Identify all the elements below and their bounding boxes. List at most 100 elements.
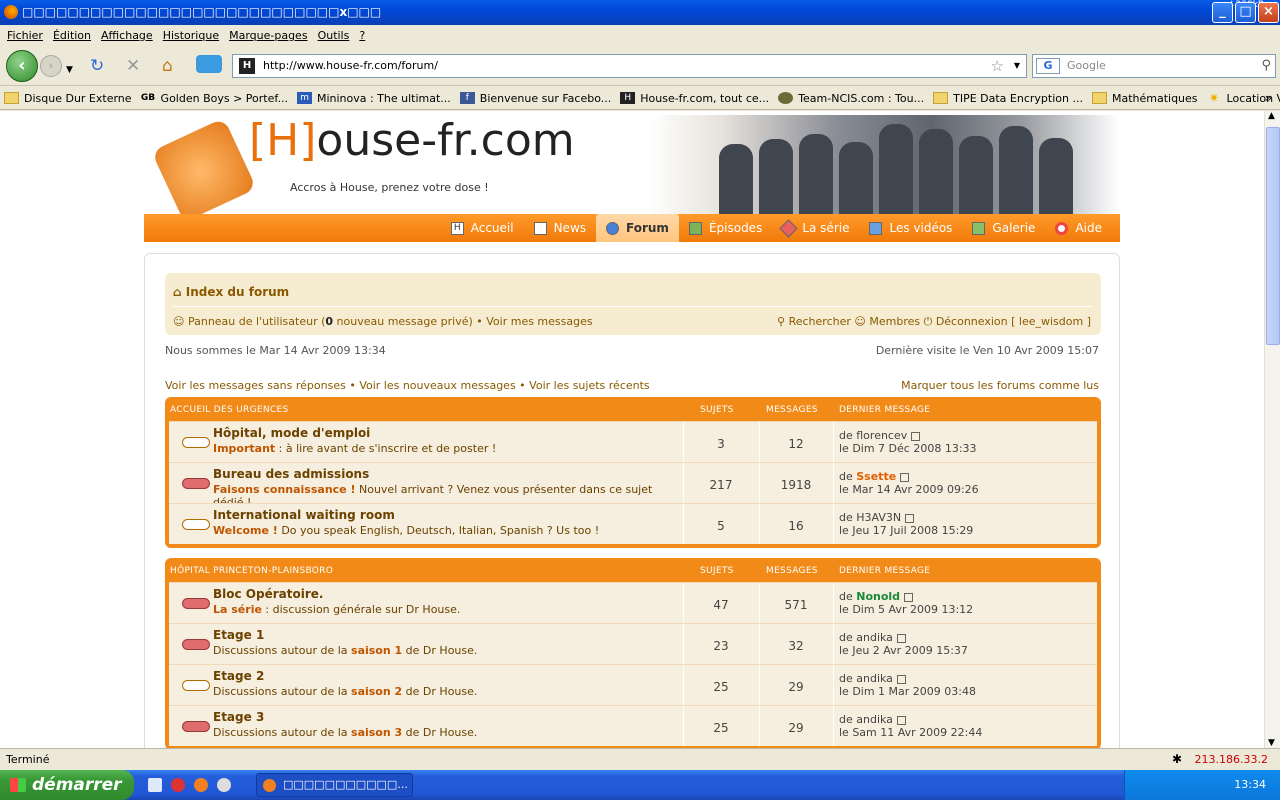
maximize-button[interactable]: □ [1235, 2, 1256, 23]
view-latest-post-icon[interactable] [900, 472, 910, 482]
menu-historique[interactable]: Historique [158, 25, 224, 46]
scroll-down-icon[interactable]: ▼ [1268, 738, 1275, 748]
nav-galerie[interactable]: Galerie [962, 214, 1045, 242]
last-post-author: de H3AV3N [839, 511, 915, 524]
window-title: □□□□□□□□□□□□□□□□□□□□□□□□□□□□x□□□ [22, 5, 382, 19]
menu-outils[interactable]: Outils [313, 25, 355, 46]
sidebar-toggle-icon[interactable] [196, 55, 222, 73]
bookmark-item[interactable]: Mathématiques [1091, 92, 1198, 105]
col-topics: SUJETS [700, 405, 734, 415]
site-logo[interactable]: [H]ouse-fr.com [249, 115, 575, 166]
nav-news[interactable]: News [524, 214, 596, 242]
view-latest-post-icon[interactable] [911, 431, 921, 441]
start-button[interactable]: démarrer [0, 770, 134, 800]
firefox-quicklaunch-icon[interactable] [194, 778, 208, 792]
url-dropdown-icon[interactable]: ▼ [1014, 55, 1020, 77]
nav-episodes[interactable]: Épisodes [679, 214, 772, 242]
category-header: HÔPITAL PRINCETON-PLAINSBORO SUJETS MESSAG… [169, 558, 1097, 582]
history-dropdown-icon[interactable]: ▼ [66, 60, 73, 80]
forum-title[interactable]: International waiting room [213, 508, 395, 522]
close-button[interactable]: × [1258, 2, 1279, 23]
nav-aide[interactable]: Aide [1045, 214, 1112, 242]
last-post-author: de andika [839, 631, 906, 644]
author-link[interactable]: andika [856, 631, 893, 644]
user-panel-link[interactable]: ☺ Panneau de l'utilisateur (0 nouveau me… [173, 315, 473, 328]
forum-unread-icon [182, 639, 210, 650]
bookmark-item[interactable]: m Mininova : The ultimat... [296, 92, 451, 105]
category-title[interactable]: ACCUEIL DES URGENCES [170, 405, 288, 415]
view-latest-post-icon[interactable] [904, 592, 914, 602]
search-icon[interactable]: ⚲ [1261, 55, 1271, 77]
forward-button[interactable]: › [40, 55, 62, 77]
bookmark-item[interactable]: Disque Dur Externe [4, 92, 132, 105]
scroll-up-icon[interactable]: ▲ [1268, 111, 1275, 121]
google-icon[interactable]: G [1036, 58, 1060, 74]
author-link[interactable]: andika [856, 713, 893, 726]
author-link[interactable]: florencev [856, 429, 907, 442]
nav-accueil[interactable]: H Accueil [441, 214, 524, 242]
url-bar[interactable]: H http://www.house-fr.com/forum/ ☆ ▼ [232, 54, 1027, 78]
folder-icon [1091, 92, 1107, 104]
forum-description: Discussions autour de la saison 3 de Dr … [213, 726, 478, 739]
bookmark-item[interactable]: f Bienvenue sur Facebo... [459, 92, 611, 105]
author-link[interactable]: andika [856, 672, 893, 685]
menu-marque-pages[interactable]: Marque-pages [224, 25, 312, 46]
nav-videos[interactable]: Les vidéos [859, 214, 962, 242]
news-icon [533, 221, 547, 235]
forum-unread-icon [182, 598, 210, 609]
menu-edition[interactable]: Édition [48, 25, 96, 46]
vertical-scrollbar[interactable]: ▲ ▼ [1264, 111, 1280, 748]
view-latest-post-icon[interactable] [896, 715, 906, 725]
forum-title[interactable]: Bloc Opératoire. [213, 587, 323, 601]
bookmarks-overflow-icon[interactable]: » [1265, 91, 1272, 105]
firebug-icon[interactable]: ✱ [1172, 752, 1182, 766]
bookmark-item[interactable]: H House-fr.com, tout ce... [620, 92, 769, 105]
bookmark-item[interactable]: GB Golden Boys > Portef... [141, 92, 288, 105]
folder-icon [4, 92, 19, 104]
view-latest-post-icon[interactable] [905, 513, 915, 523]
nav-la-serie[interactable]: La série [772, 214, 859, 242]
bookmark-item[interactable]: TIPE Data Encryption ... [933, 92, 1083, 105]
recent-topics-link[interactable]: Voir les sujets récents [529, 379, 649, 392]
author-link[interactable]: Nonold [856, 590, 900, 603]
unanswered-link[interactable]: Voir les messages sans réponses [165, 379, 346, 392]
forum-title[interactable]: Etage 1 [213, 628, 264, 642]
minimize-button[interactable]: _ [1212, 2, 1233, 23]
forum-title[interactable]: Hôpital, mode d'emploi [213, 426, 370, 440]
forum-row: Bureau des admissions Faisons connaissanc… [169, 462, 1097, 509]
view-latest-post-icon[interactable] [896, 633, 906, 643]
quicklaunch-icon[interactable] [148, 778, 162, 792]
logout-link[interactable]: ⏻ Déconnexion [ lee_wisdom ] [924, 315, 1091, 328]
forum-category: ACCUEIL DES URGENCES SUJETS MESSAGES DERNIE… [165, 397, 1101, 548]
author-link[interactable]: Ssette [856, 470, 896, 483]
stop-icon[interactable]: ✕ [126, 56, 140, 76]
menu-affichage[interactable]: Affichage [96, 25, 158, 46]
nav-forum[interactable]: Forum [596, 214, 679, 242]
view-latest-post-icon[interactable] [896, 674, 906, 684]
forum-row: Etage 1 Discussions autour de la saison 1… [169, 623, 1097, 664]
mark-read-link[interactable]: Marquer tous les forums comme lus [901, 379, 1099, 392]
navigation-toolbar: ‹ › ▼ ↻ ✕ ⌂ H http://www.house-fr.com/fo… [0, 46, 1280, 86]
bookmark-star-icon[interactable]: ☆ [991, 55, 1004, 77]
forum-title[interactable]: Etage 2 [213, 669, 264, 683]
menu-fichier[interactable]: Fichier [2, 25, 48, 46]
media-icon[interactable] [217, 778, 231, 792]
bookmark-item[interactable]: Team-NCIS.com : Tou... [778, 92, 924, 105]
home-icon[interactable]: ⌂ [162, 56, 173, 76]
back-button[interactable]: ‹ [6, 50, 38, 82]
forum-title[interactable]: Etage 3 [213, 710, 264, 724]
scroll-thumb[interactable] [1266, 127, 1280, 345]
category-title[interactable]: HÔPITAL PRINCETON-PLAINSBORO [170, 566, 333, 576]
taskbar-window-button[interactable]: □□□□□□□□□□□... [256, 773, 413, 797]
menu-help[interactable]: ? [354, 25, 370, 46]
forum-index-link[interactable]: ⌂ Index du forum [173, 285, 289, 299]
search-box[interactable]: G Google ⚲ [1032, 54, 1276, 78]
reload-icon[interactable]: ↻ [90, 56, 104, 76]
members-link[interactable]: ☺ Membres [854, 315, 920, 328]
my-messages-link[interactable]: Voir mes messages [486, 315, 592, 328]
author-link[interactable]: H3AV3N [856, 511, 901, 524]
search-link[interactable]: ⚲ Rechercher [777, 315, 851, 328]
new-posts-link[interactable]: Voir les nouveaux messages [359, 379, 515, 392]
forum-title[interactable]: Bureau des admissions [213, 467, 369, 481]
quicklaunch-icon[interactable] [171, 778, 185, 792]
